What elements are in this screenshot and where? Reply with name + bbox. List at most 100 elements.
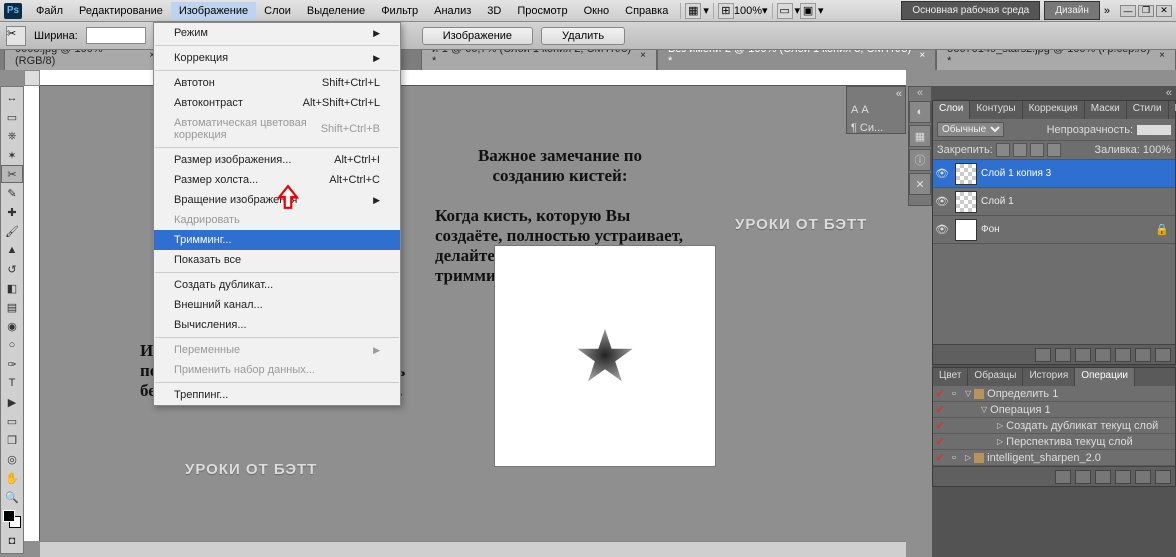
layer-thumbnail[interactable] xyxy=(955,163,977,185)
crop-tool-icon[interactable]: ✂ xyxy=(1,165,23,183)
fx-icon[interactable] xyxy=(1055,348,1071,362)
zoom-tool-icon[interactable]: ⊞ xyxy=(718,3,734,19)
delete-layer-icon[interactable] xyxy=(1155,348,1171,362)
stop-icon[interactable] xyxy=(1055,470,1071,484)
scrollbar-horizontal[interactable] xyxy=(40,541,906,557)
color-swatch[interactable] xyxy=(3,510,21,528)
move-tool-icon[interactable]: ↔ xyxy=(1,89,23,107)
tab-masks[interactable]: Маски xyxy=(1085,101,1127,119)
menu-item-тримминг-[interactable]: Тримминг... xyxy=(154,230,400,250)
lock-position-icon[interactable] xyxy=(1030,143,1044,157)
visibility-icon[interactable]: 👁 xyxy=(933,223,951,236)
path-select-tool-icon[interactable]: ▶ xyxy=(1,393,23,411)
menu-item-треппинг-[interactable]: Треппинг... xyxy=(154,385,400,405)
window-minimize-icon[interactable]: — xyxy=(1120,5,1136,17)
menu-filter[interactable]: Фильтр xyxy=(373,2,426,20)
menu-layers[interactable]: Слои xyxy=(256,2,299,20)
action-row[interactable]: ✔▷Перспектива текущ слой xyxy=(933,434,1175,450)
workspace-design-button[interactable]: Дизайн xyxy=(1044,1,1100,20)
document-tab[interactable]: 56670149_stars2.jpg @ 100% (Гр.сер./8) *… xyxy=(936,50,1176,70)
close-tab-icon[interactable]: × xyxy=(1159,50,1165,61)
menu-window[interactable]: Окно xyxy=(576,2,618,20)
info-icon[interactable]: ⓘ xyxy=(909,149,931,171)
tab-color[interactable]: Цвет xyxy=(933,368,968,386)
gradient-tool-icon[interactable]: ▤ xyxy=(1,298,23,316)
menu-file[interactable]: Файл xyxy=(28,2,71,20)
workspace-main-button[interactable]: Основная рабочая среда xyxy=(901,1,1040,20)
window-restore-icon[interactable]: ❐ xyxy=(1138,5,1154,17)
lock-pixels-icon[interactable] xyxy=(1013,143,1027,157)
tab-actions[interactable]: Операции xyxy=(1075,368,1135,386)
workspace-more-icon[interactable]: » xyxy=(1104,5,1110,17)
tab-paths[interactable]: Контуры xyxy=(970,101,1022,119)
menu-item-автотон[interactable]: АвтотонShift+Ctrl+L xyxy=(154,73,400,93)
menu-view[interactable]: Просмотр xyxy=(509,2,575,20)
crop-tool-preset-icon[interactable]: ✂ xyxy=(6,26,26,46)
layer-row[interactable]: 👁 Слой 1 копия 3 xyxy=(933,160,1175,188)
lasso-tool-icon[interactable]: ⎈ xyxy=(1,127,23,145)
arrange-icon[interactable]: ▭▾ xyxy=(777,3,801,19)
collapsed-panel-group[interactable]: « AА ¶Си... xyxy=(846,86,906,134)
window-close-icon[interactable]: ✕ xyxy=(1156,5,1172,17)
blend-mode-select[interactable]: Обычные xyxy=(937,122,1004,137)
adjustments-icon[interactable]: ◐ xyxy=(909,101,931,123)
menu-item-создать-дубликат-[interactable]: Создать дубликат... xyxy=(154,275,400,295)
play-icon[interactable] xyxy=(1095,470,1111,484)
zoom-value[interactable]: 100% xyxy=(734,5,762,17)
layer-row[interactable]: 👁 Слой 1 xyxy=(933,188,1175,216)
opacity-field[interactable]: 100% xyxy=(1137,125,1171,135)
close-tab-icon[interactable]: × xyxy=(919,50,925,61)
menu-item-показать-все[interactable]: Показать все xyxy=(154,250,400,270)
screen-mode-icon[interactable]: ▣▾ xyxy=(800,3,824,19)
layer-row[interactable]: 👁 Фон 🔒 xyxy=(933,216,1175,244)
tab-swatches[interactable]: Образцы xyxy=(968,368,1023,386)
lock-transparent-icon[interactable] xyxy=(996,143,1010,157)
action-row[interactable]: ✔▫▽Определить 1 xyxy=(933,386,1175,402)
link-layers-icon[interactable] xyxy=(1035,348,1051,362)
launch-bridge[interactable]: ▦▾ xyxy=(685,3,709,19)
mask-icon[interactable] xyxy=(1075,348,1091,362)
camera-tool-icon[interactable]: ◎ xyxy=(1,450,23,468)
hand-tool-icon[interactable]: ✋ xyxy=(1,469,23,487)
lock-all-icon[interactable] xyxy=(1047,143,1061,157)
document-tab[interactable]: Без имени-2 @ 100% (Слой 1 копия 3, CMYK… xyxy=(657,50,936,70)
front-image-button[interactable]: Изображение xyxy=(422,27,533,45)
adjustment-layer-icon[interactable] xyxy=(1095,348,1111,362)
type-tool-icon[interactable]: T xyxy=(1,374,23,392)
tab-history[interactable]: История xyxy=(1023,368,1075,386)
document-tab[interactable]: 0008.jpg @ 100% (RGB/8)× xyxy=(4,50,166,70)
settings-icon[interactable]: ✕ xyxy=(909,173,931,195)
tab-channels[interactable]: Каналы xyxy=(1169,101,1176,119)
menu-item-размер-изображения-[interactable]: Размер изображения...Alt+Ctrl+I xyxy=(154,150,400,170)
layer-thumbnail[interactable] xyxy=(955,219,977,241)
menu-help[interactable]: Справка xyxy=(617,2,676,20)
fill-field[interactable]: 100% xyxy=(1143,144,1171,156)
dodge-tool-icon[interactable]: ○ xyxy=(1,336,23,354)
pen-tool-icon[interactable]: ✑ xyxy=(1,355,23,373)
history-brush-tool-icon[interactable]: ↺ xyxy=(1,260,23,278)
visibility-icon[interactable]: 👁 xyxy=(933,195,951,208)
layer-thumbnail[interactable] xyxy=(955,191,977,213)
shape-tool-icon[interactable]: ▭ xyxy=(1,412,23,430)
new-layer-icon[interactable] xyxy=(1135,348,1151,362)
quick-select-tool-icon[interactable]: ✶ xyxy=(1,146,23,164)
delete-action-icon[interactable] xyxy=(1155,470,1171,484)
eyedropper-tool-icon[interactable]: ✎ xyxy=(1,184,23,202)
new-set-icon[interactable] xyxy=(1115,470,1131,484)
menu-item-режим[interactable]: Режим▶ xyxy=(154,23,400,43)
menu-item-автоконтраст[interactable]: АвтоконтрастAlt+Shift+Ctrl+L xyxy=(154,93,400,113)
group-icon[interactable] xyxy=(1115,348,1131,362)
paragraph-panel-icon[interactable]: ¶ xyxy=(851,122,857,134)
menu-item-внешний-канал-[interactable]: Внешний канал... xyxy=(154,295,400,315)
navigator-icon[interactable]: ▦ xyxy=(909,125,931,147)
menu-image[interactable]: Изображение xyxy=(171,2,256,20)
close-tab-icon[interactable]: × xyxy=(640,50,646,61)
menu-item-вычисления-[interactable]: Вычисления... xyxy=(154,315,400,335)
3d-tool-icon[interactable]: ❒ xyxy=(1,431,23,449)
marquee-tool-icon[interactable]: ▭ xyxy=(1,108,23,126)
menu-edit[interactable]: Редактирование xyxy=(71,2,171,20)
action-row[interactable]: ✔▽Операция 1 xyxy=(933,402,1175,418)
menu-item-коррекция[interactable]: Коррекция▶ xyxy=(154,48,400,68)
character-panel-icon[interactable]: A xyxy=(851,104,858,116)
quickmask-icon[interactable]: ◘ xyxy=(1,532,23,550)
